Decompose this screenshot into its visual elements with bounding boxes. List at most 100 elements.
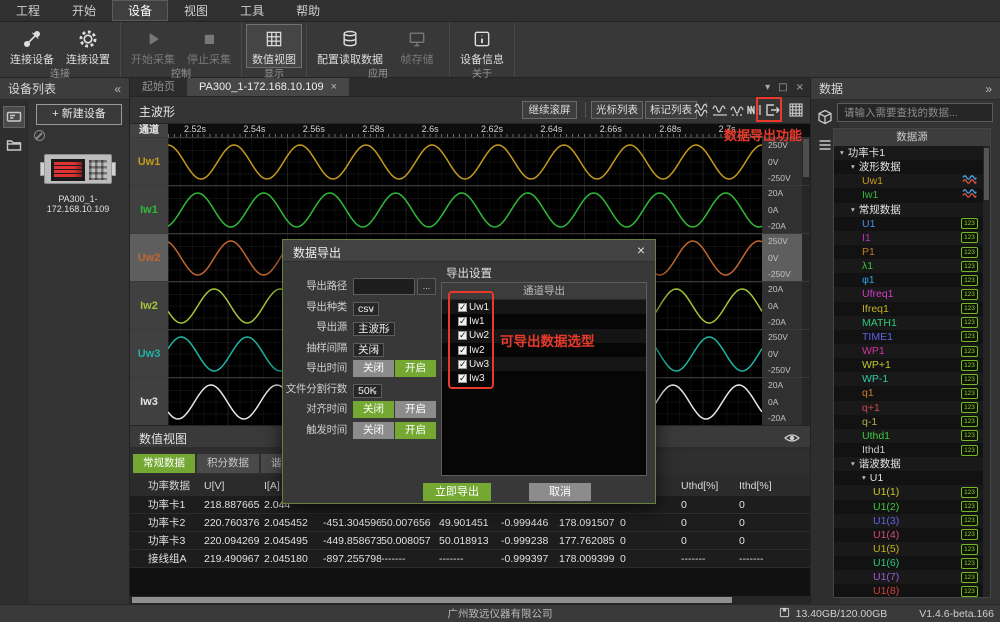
wave-sample-icon[interactable] bbox=[730, 102, 746, 118]
tree-item-[interactable]: ▾波形数据 bbox=[834, 160, 983, 174]
tree-item-Ithd1[interactable]: Ithd1123 bbox=[834, 443, 983, 457]
checkbox-checked[interactable]: ✓ bbox=[458, 346, 467, 355]
grid-icon[interactable] bbox=[788, 102, 804, 118]
tree-item-q+1[interactable]: q+1123 bbox=[834, 401, 983, 415]
channel-label[interactable]: Uw2 bbox=[130, 234, 168, 281]
tree-item-MATH1[interactable]: MATH1123 bbox=[834, 316, 983, 330]
dialog-titlebar[interactable]: 数据导出 × bbox=[283, 240, 655, 262]
tree-item-Iw1[interactable]: Iw1 bbox=[834, 188, 983, 202]
tree-item-U1(7)[interactable]: U1(7)123 bbox=[834, 570, 983, 584]
dialog-close-icon[interactable]: × bbox=[627, 240, 655, 262]
expander-icon[interactable]: ▾ bbox=[851, 203, 855, 217]
tree-item-[interactable]: ▾谐波数据 bbox=[834, 457, 983, 471]
device-view-icon[interactable] bbox=[3, 106, 25, 128]
tree-item-U1(8)[interactable]: U1(8)123 bbox=[834, 584, 983, 597]
tab-device[interactable]: PA300_1-172.168.10.109× bbox=[187, 78, 349, 96]
tree-item-[interactable]: ▾常规数据 bbox=[834, 203, 983, 217]
tree-item-U1(4)[interactable]: U1(4)123 bbox=[834, 528, 983, 542]
table-row[interactable]: 接线组A219.4909672.045180-897.255798-------… bbox=[130, 550, 810, 568]
select-2[interactable]: 主波形▾ bbox=[353, 322, 395, 336]
numeric-tab-inactive[interactable]: 积分数据 bbox=[197, 454, 259, 473]
tree-item-Ifreq1[interactable]: Ifreq1123 bbox=[834, 302, 983, 316]
tree-item-Uw1[interactable]: Uw1 bbox=[834, 174, 983, 188]
eye-icon[interactable] bbox=[784, 431, 800, 449]
toggle-on-button[interactable]: 开启 bbox=[395, 360, 436, 377]
channel-row-Iw1[interactable]: Iw120A0A-20A bbox=[130, 185, 810, 233]
tab-start-page[interactable]: 起始页 bbox=[130, 78, 187, 96]
ribbon-button[interactable]: 连接设置 bbox=[60, 24, 116, 68]
wave-measure-icon[interactable] bbox=[746, 102, 762, 118]
toggle-on-button[interactable]: 开启 bbox=[395, 401, 436, 418]
checkbox-checked[interactable]: ✓ bbox=[458, 374, 467, 383]
expander-icon[interactable]: ▾ bbox=[862, 471, 866, 485]
close-icon[interactable]: × bbox=[796, 82, 804, 93]
folder-icon[interactable] bbox=[3, 134, 25, 156]
wave-overlay-icon[interactable] bbox=[694, 102, 710, 118]
vertical-scrollbar[interactable] bbox=[802, 138, 810, 185]
new-device-button[interactable]: + 新建设备 bbox=[36, 104, 122, 125]
expander-icon[interactable]: ▾ bbox=[840, 146, 844, 160]
table-row[interactable]: 功率卡3220.0942692.045495-449.85867350.0080… bbox=[130, 532, 810, 550]
browse-button[interactable]: ... bbox=[417, 278, 436, 295]
wave-single-icon[interactable] bbox=[712, 102, 728, 118]
tree-item-1[interactable]: φ1123 bbox=[834, 273, 983, 287]
tree-item-I1[interactable]: I1123 bbox=[834, 231, 983, 245]
search-input[interactable] bbox=[837, 103, 993, 122]
export-path-input[interactable] bbox=[353, 278, 415, 295]
data-source-cube-icon[interactable] bbox=[814, 106, 836, 128]
ribbon-button[interactable]: 配置读取数据 bbox=[311, 24, 389, 68]
channel-row-Uw1[interactable]: Uw1250V0V-250V bbox=[130, 137, 810, 185]
table-row[interactable]: 功率卡2220.7603762.045452-451.30459650.0076… bbox=[130, 514, 810, 532]
toggle-on-button[interactable]: 开启 bbox=[395, 422, 436, 439]
collapse-left-icon[interactable]: « bbox=[114, 78, 121, 99]
channel-label[interactable]: Uw1 bbox=[130, 138, 168, 185]
tree-item-U1[interactable]: U1123 bbox=[834, 217, 983, 231]
checkbox-checked[interactable]: ✓ bbox=[458, 303, 467, 312]
menu-item-4[interactable]: 视图 bbox=[168, 0, 224, 21]
numeric-tab-active[interactable]: 常规数据 bbox=[133, 454, 195, 473]
expander-icon[interactable]: ▾ bbox=[851, 160, 855, 174]
tree-item-U1(5)[interactable]: U1(5)123 bbox=[834, 542, 983, 556]
dropdown-icon[interactable]: ▾ bbox=[765, 82, 770, 93]
menu-item-1[interactable]: 工程 bbox=[0, 0, 56, 21]
tree-item-U1(3)[interactable]: U1(3)123 bbox=[834, 514, 983, 528]
cursor-list-button[interactable]: 光标列表 bbox=[591, 101, 643, 119]
channel-label[interactable]: Iw2 bbox=[130, 282, 168, 329]
select-3[interactable]: 关闭▾ bbox=[353, 343, 384, 357]
tree-item-Ufreq1[interactable]: Ufreq1123 bbox=[834, 287, 983, 301]
tree-item-U1(1)[interactable]: U1(1)123 bbox=[834, 485, 983, 499]
device-thumbnail[interactable] bbox=[44, 154, 112, 184]
tree-item-TIME1[interactable]: TIME1123 bbox=[834, 330, 983, 344]
ribbon-button[interactable]: 连接设备 bbox=[4, 24, 60, 68]
tree-item-WP1[interactable]: WP1123 bbox=[834, 344, 983, 358]
tree-item-Uthd1[interactable]: Uthd1123 bbox=[834, 429, 983, 443]
ribbon-button[interactable]: 设备信息 bbox=[454, 24, 510, 68]
channel-export-row-Iw3[interactable]: ✓Iw3 bbox=[442, 371, 646, 385]
tree-item-WP-1[interactable]: WP-1123 bbox=[834, 372, 983, 386]
toggle-off-button[interactable]: 关闭 bbox=[353, 360, 394, 377]
expander-icon[interactable]: ▾ bbox=[851, 457, 855, 471]
tree-item-U1[interactable]: ▾U1 bbox=[834, 471, 983, 485]
restore-icon[interactable]: □ bbox=[778, 82, 787, 93]
device-name[interactable]: PA300_1-172.168.10.109 bbox=[28, 194, 128, 214]
tree-item-U1(6)[interactable]: U1(6)123 bbox=[834, 556, 983, 570]
select-1[interactable]: csv▾ bbox=[353, 302, 379, 316]
toggle-off-button[interactable]: 关闭 bbox=[353, 401, 394, 418]
channel-export-row-Uw3[interactable]: ✓Uw3 bbox=[442, 357, 646, 371]
channel-label[interactable]: Iw1 bbox=[130, 186, 168, 233]
toggle-off-button[interactable]: 关闭 bbox=[353, 422, 394, 439]
tree-scrollbar[interactable] bbox=[983, 146, 990, 597]
channel-export-row-Iw1[interactable]: ✓Iw1 bbox=[442, 314, 646, 328]
menu-item-2[interactable]: 开始 bbox=[56, 0, 112, 21]
menu-item-6[interactable]: 帮助 bbox=[280, 0, 336, 21]
channel-label[interactable]: Iw3 bbox=[130, 378, 168, 425]
select-5[interactable]: 50K▾ bbox=[353, 384, 382, 398]
channel-label[interactable]: Uw3 bbox=[130, 330, 168, 377]
checkbox-checked[interactable]: ✓ bbox=[458, 331, 467, 340]
tree-item-1[interactable]: λ1123 bbox=[834, 259, 983, 273]
tree-item-U1(2)[interactable]: U1(2)123 bbox=[834, 500, 983, 514]
horizontal-scrollbar[interactable] bbox=[130, 596, 810, 604]
tree-item-1[interactable]: ▾功率卡1 bbox=[834, 146, 983, 160]
ribbon-button[interactable]: 数值视图 bbox=[246, 24, 302, 68]
channel-export-row-Uw1[interactable]: ✓Uw1 bbox=[442, 300, 646, 314]
